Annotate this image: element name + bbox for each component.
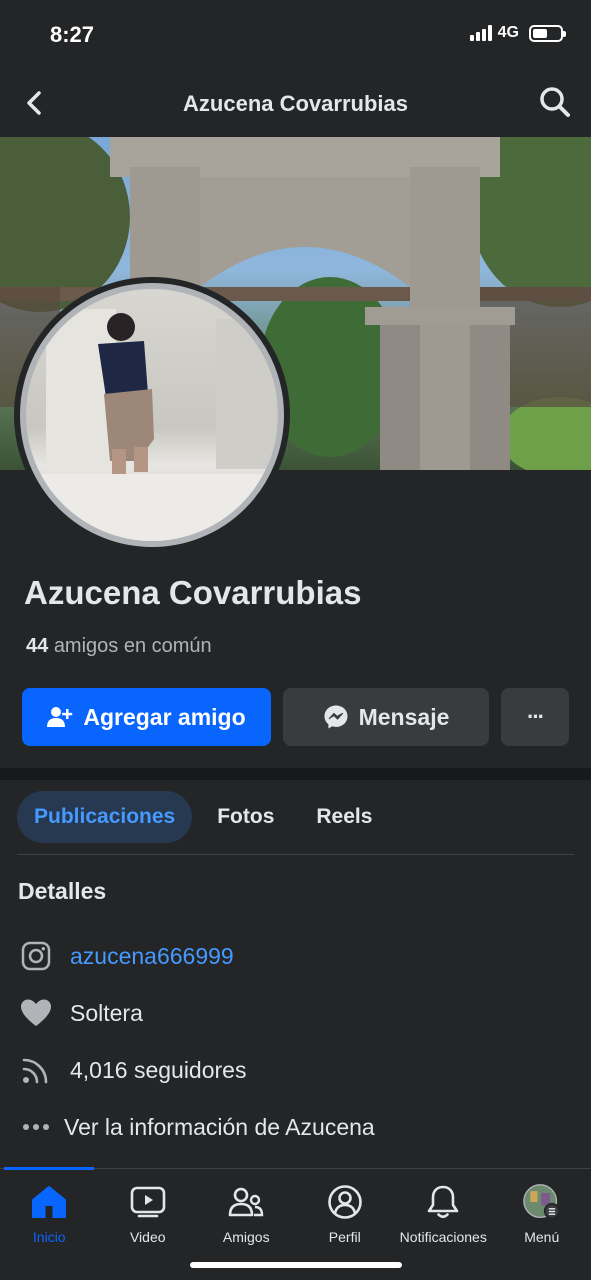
add-friend-button[interactable]: Agregar amigo <box>22 688 271 746</box>
more-dots-icon <box>18 1109 54 1145</box>
message-label: Mensaje <box>358 703 450 730</box>
back-arrow-icon[interactable] <box>18 86 52 120</box>
nav-menu-label: Menú <box>524 1229 560 1245</box>
status-network: 4G <box>469 24 566 42</box>
home-icon <box>30 1183 68 1221</box>
detail-more-info[interactable]: Ver la información de Azucena <box>18 1109 375 1145</box>
more-dots-icon: ··· <box>527 704 545 729</box>
detail-instagram[interactable]: azucena666999 <box>18 938 234 974</box>
profile-icon <box>326 1183 364 1221</box>
nav-perfil[interactable]: Perfil <box>296 1183 395 1245</box>
section-divider <box>0 768 591 780</box>
mutual-friends[interactable]: 44 amigos en común <box>26 635 212 658</box>
signal-icon <box>469 25 492 41</box>
detail-relationship: Soltera <box>18 995 143 1031</box>
followers-count: 4,016 seguidores <box>70 1056 247 1083</box>
network-label: 4G <box>497 24 519 41</box>
see-info-link[interactable]: Ver la información de Azucena <box>64 1114 375 1141</box>
nav-inicio[interactable]: Inicio <box>0 1183 99 1245</box>
nav-inicio-label: Inicio <box>32 1229 66 1245</box>
more-options-button[interactable]: ··· <box>501 688 569 746</box>
add-friend-icon <box>47 707 73 727</box>
status-time: 8:27 <box>50 22 95 47</box>
nav-notificaciones[interactable]: Notificaciones <box>394 1183 493 1245</box>
avatar-photo <box>20 283 284 547</box>
tabs-divider <box>17 854 574 855</box>
menu-avatar-icon <box>522 1183 561 1221</box>
page-title: Azucena Covarrubias <box>183 90 408 116</box>
video-icon <box>129 1183 167 1221</box>
detail-followers[interactable]: 4,016 seguidores <box>18 1052 246 1088</box>
friends-icon <box>227 1183 265 1221</box>
active-tab-indicator <box>4 1167 94 1170</box>
profile-actions: Agregar amigo Mensaje ··· <box>22 688 569 746</box>
tab-publicaciones[interactable]: Publicaciones <box>17 791 193 843</box>
bell-icon <box>424 1183 462 1221</box>
mutual-label: amigos en común <box>53 635 212 657</box>
messenger-icon <box>324 705 348 729</box>
status-bar: 8:27 4G <box>0 0 591 70</box>
mutual-count: 44 <box>26 635 49 657</box>
top-header: Azucena Covarrubias <box>0 70 591 137</box>
instagram-handle-link[interactable]: azucena666999 <box>70 943 234 970</box>
profile-avatar[interactable] <box>14 277 290 553</box>
tab-fotos[interactable]: Fotos <box>200 791 291 843</box>
add-friend-label: Agregar amigo <box>83 703 246 730</box>
nav-video-label: Video <box>129 1229 166 1245</box>
relationship-status: Soltera <box>70 999 143 1026</box>
nav-perfil-label: Perfil <box>328 1229 361 1245</box>
details-heading: Detalles <box>18 878 107 904</box>
profile-name: Azucena Covarrubias <box>24 574 362 611</box>
nav-video[interactable]: Video <box>99 1183 198 1245</box>
nav-amigos-label: Amigos <box>222 1229 270 1245</box>
nav-notificaciones-label: Notificaciones <box>399 1229 487 1245</box>
home-indicator <box>190 1262 402 1268</box>
instagram-icon <box>18 938 54 974</box>
battery-icon <box>529 24 566 42</box>
heart-icon <box>18 995 54 1031</box>
bottom-navigation: Inicio Video Amigos Perfil Notificacione… <box>0 1167 591 1280</box>
search-icon[interactable] <box>537 84 573 120</box>
nav-menu[interactable]: Menú <box>493 1183 591 1245</box>
nav-amigos[interactable]: Amigos <box>197 1183 296 1245</box>
rss-followers-icon <box>18 1052 54 1088</box>
profile-tabs: Publicaciones Fotos Reels <box>17 791 389 843</box>
tab-reels[interactable]: Reels <box>299 791 389 843</box>
message-button[interactable]: Mensaje <box>283 688 489 746</box>
